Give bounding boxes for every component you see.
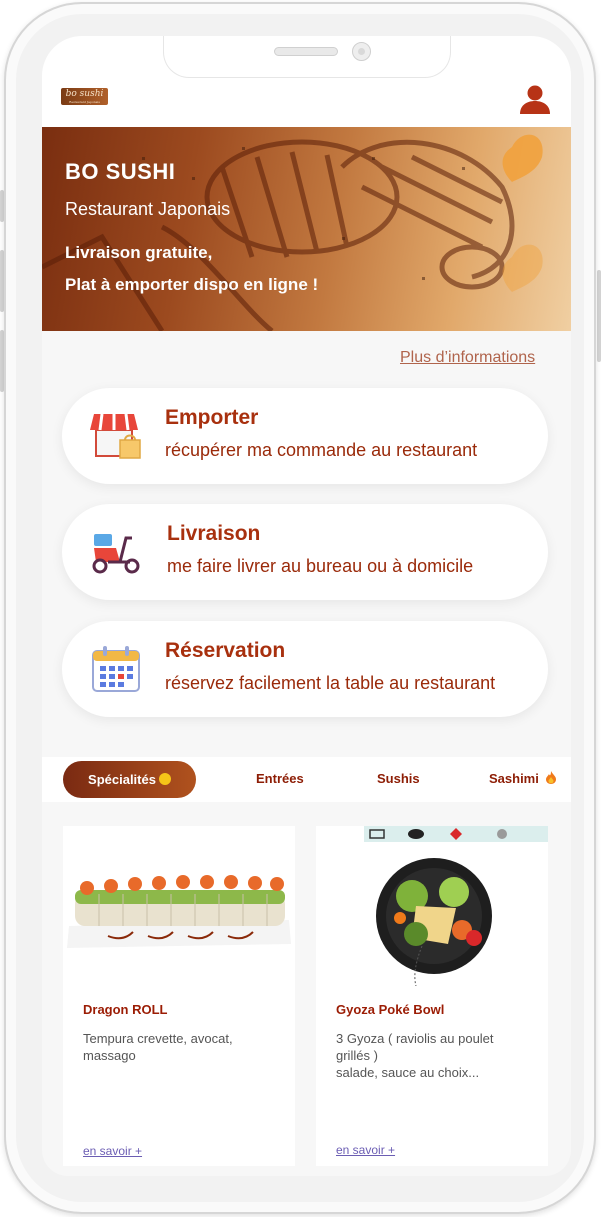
service-title: Emporter [165, 406, 259, 429]
hero-line-2: Plat à emporter dispo en ligne ! [65, 275, 319, 294]
front-camera [352, 42, 371, 61]
scooter-icon [92, 534, 140, 574]
side-button [597, 270, 601, 362]
service-description: me faire livrer au bureau ou à domicile [167, 556, 474, 576]
store-icon [90, 413, 141, 459]
smiley-icon [158, 773, 171, 785]
sushi-illustration [42, 134, 543, 331]
product-card[interactable]: Gyoza Poké Bowl 3 Gyoza ( raviolis au po… [316, 826, 548, 1166]
product-more-link[interactable]: en savoir + [336, 1143, 395, 1157]
speaker [274, 47, 338, 56]
service-title: Réservation [165, 639, 286, 662]
product-more-link[interactable]: en savoir + [83, 1144, 142, 1158]
dragon-roll-image [67, 875, 291, 948]
tab-sashimi[interactable]: Sashimi [489, 771, 557, 786]
phone-frame: bo sushi Restaurant Japonais BO SUSHI Re… [4, 2, 596, 1214]
tab-label: Spécialités [88, 772, 156, 787]
service-card-reservation[interactable]: Réservation réservez facilement la table… [62, 621, 548, 717]
hero-banner: BO SUSHI Restaurant Japonais Livraison g… [42, 127, 571, 331]
category-tabs: Spécialités Entrées Sushis Sashimi [42, 757, 571, 802]
product-name: Dragon ROLL [83, 1002, 168, 1017]
hero-title: BO SUSHI [65, 159, 176, 184]
service-title: Livraison [167, 522, 261, 545]
poke-bowl-image [364, 826, 548, 986]
product-name: Gyoza Poké Bowl [336, 1002, 445, 1017]
product-description: 3 Gyoza ( raviolis au poulet grillés ) s… [336, 1031, 494, 1080]
tab-label: Sashimi [489, 771, 539, 786]
logo-tagline: Restaurant Japonais [69, 100, 100, 104]
more-info-link[interactable]: Plus d’informations [400, 349, 535, 367]
logo-text: bo sushi [65, 89, 104, 99]
tab-entrees[interactable]: Entrées [256, 771, 304, 786]
calendar-icon [92, 646, 140, 692]
logo[interactable]: bo sushi Restaurant Japonais [61, 88, 108, 105]
service-card-emporter[interactable]: Emporter récupérer ma commande au restau… [62, 388, 548, 484]
fire-icon [546, 771, 557, 784]
user-icon[interactable] [519, 84, 551, 114]
product-description: Tempura crevette, avocat, massago [83, 1031, 233, 1063]
service-card-livraison[interactable]: Livraison me faire livrer au bureau ou à… [62, 504, 548, 600]
hero-line-1: Livraison gratuite, [65, 243, 213, 262]
product-card[interactable]: Dragon ROLL Tempura crevette, avocat, ma… [63, 826, 295, 1166]
service-description: réservez facilement la table au restaura… [165, 673, 496, 693]
tab-sushis[interactable]: Sushis [377, 771, 420, 786]
service-description: récupérer ma commande au restaurant [165, 440, 478, 460]
app-screen: bo sushi Restaurant Japonais BO SUSHI Re… [42, 36, 571, 1176]
hero-subtitle: Restaurant Japonais [65, 199, 231, 219]
phone-notch [163, 36, 451, 78]
tab-specialites[interactable]: Spécialités [63, 761, 196, 798]
